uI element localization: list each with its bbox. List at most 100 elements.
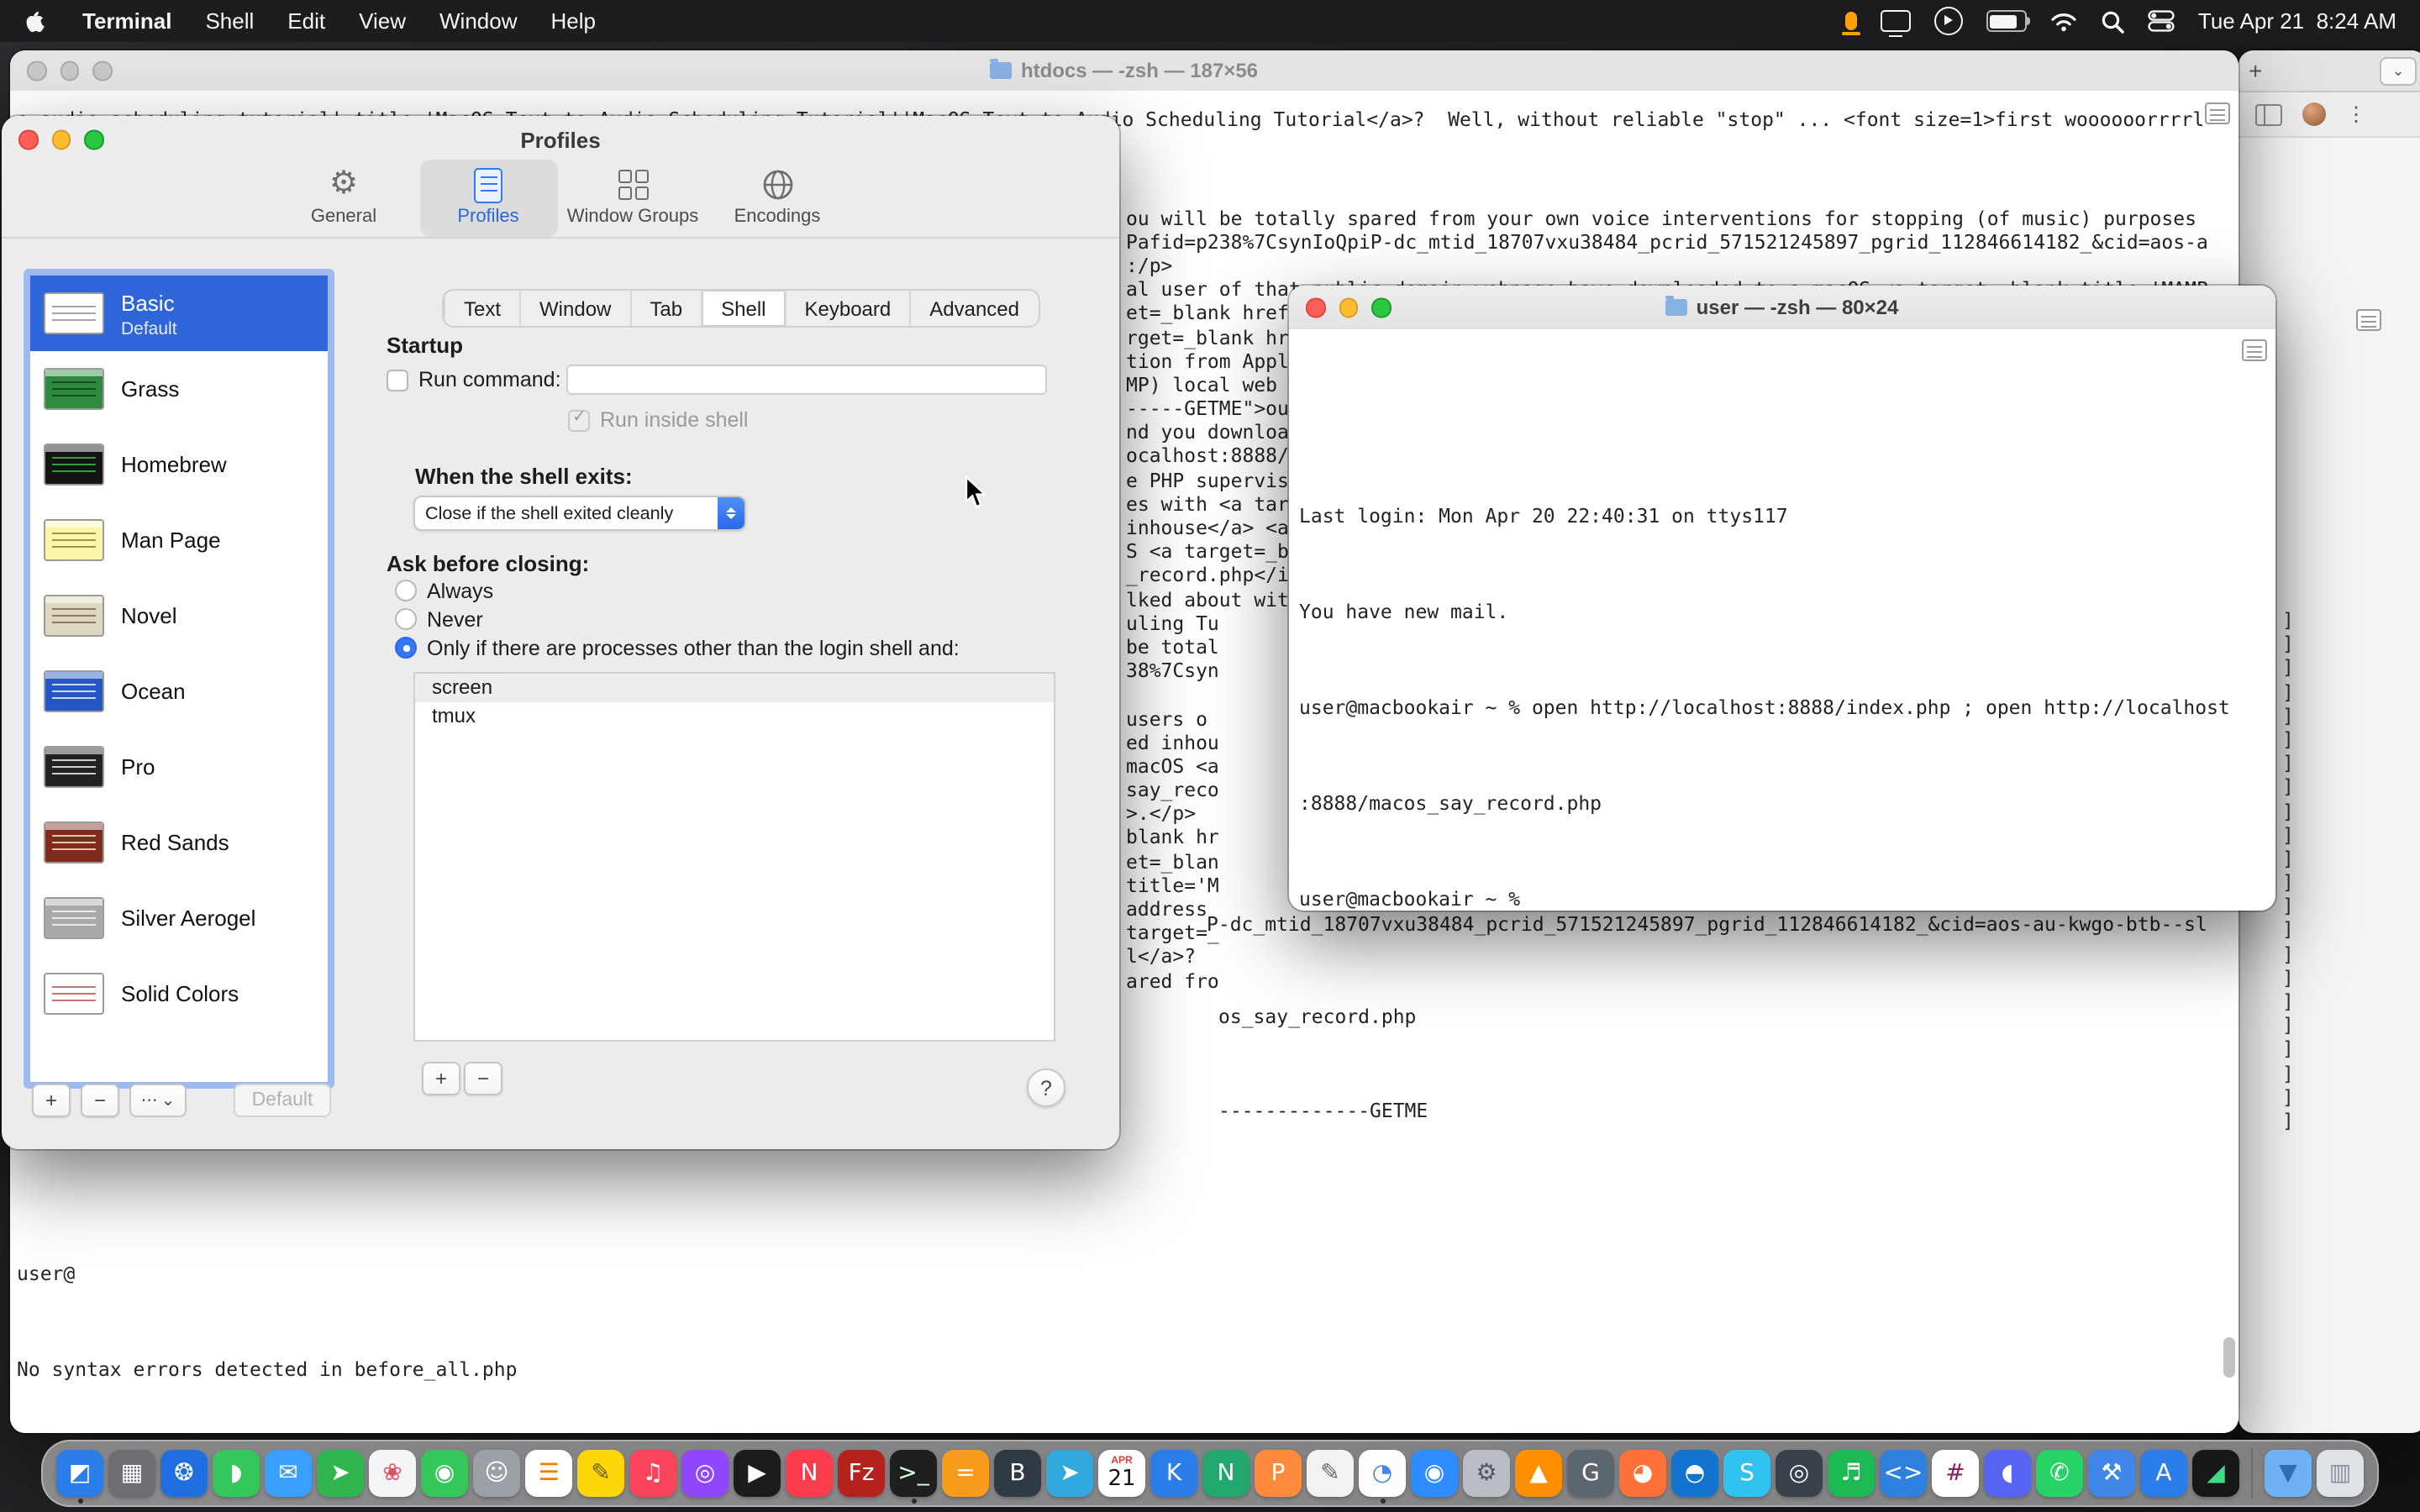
contacts[interactable]: ☺ bbox=[473, 1450, 520, 1497]
menu-clock[interactable]: Tue Apr 21 8:24 AM bbox=[2198, 8, 2396, 34]
run-inside-shell-checkbox[interactable] bbox=[568, 409, 590, 431]
help-button[interactable]: ? bbox=[1027, 1068, 1065, 1107]
mail[interactable]: ✉ bbox=[265, 1450, 312, 1497]
thunderbird[interactable]: ◓ bbox=[1671, 1450, 1718, 1497]
radio-option[interactable]: Only if there are processes other than t… bbox=[395, 633, 960, 662]
calendar[interactable]: APR 21 bbox=[1098, 1450, 1145, 1497]
mic-indicator-icon[interactable] bbox=[1845, 12, 1857, 30]
close-button[interactable] bbox=[27, 61, 46, 81]
control-center-icon[interactable] bbox=[2148, 10, 2175, 32]
tab[interactable]: Tab bbox=[629, 291, 701, 326]
terminal[interactable]: >_ bbox=[890, 1450, 937, 1497]
app-store[interactable]: A bbox=[2140, 1450, 2187, 1497]
toolbar-item[interactable]: ⚙ General bbox=[275, 160, 413, 237]
messages[interactable]: ◗ bbox=[213, 1450, 260, 1497]
profile-list-item[interactable]: Ocean bbox=[30, 654, 328, 729]
menu-item[interactable]: Shell bbox=[188, 0, 271, 42]
right-window-titlebar[interactable]: + ⌄ bbox=[2238, 50, 2420, 92]
preferences-titlebar[interactable]: Profiles bbox=[2, 116, 1119, 163]
profile-list-item[interactable]: Silver Aerogel bbox=[30, 880, 328, 956]
podcasts[interactable]: ◎ bbox=[681, 1450, 729, 1497]
finder[interactable]: ◩ bbox=[56, 1450, 103, 1497]
htdocs-titlebar[interactable]: htdocs — -zsh — 187×56 bbox=[10, 50, 2238, 92]
music[interactable]: ♫ bbox=[629, 1450, 676, 1497]
more-options-icon[interactable]: ⋮ bbox=[2346, 102, 2366, 126]
shell-exit-popup[interactable]: Close if the shell exited cleanly bbox=[413, 496, 746, 531]
calculator[interactable]: = bbox=[942, 1450, 989, 1497]
profile-list-item[interactable]: Grass bbox=[30, 351, 328, 427]
tab[interactable]: Shell bbox=[701, 291, 784, 326]
obs[interactable]: ◎ bbox=[1776, 1450, 1823, 1497]
bbedit[interactable]: B bbox=[994, 1450, 1041, 1497]
tab[interactable]: Text bbox=[444, 291, 519, 326]
filezilla[interactable]: Fz bbox=[838, 1450, 885, 1497]
remove-profile-button[interactable]: − bbox=[81, 1084, 119, 1117]
pages[interactable]: P bbox=[1255, 1450, 1302, 1497]
toolbar-item[interactable]: Encodings bbox=[708, 160, 846, 237]
add-process-button[interactable]: + bbox=[422, 1062, 460, 1095]
minimize-button[interactable] bbox=[51, 130, 71, 150]
telegram[interactable]: ➤ bbox=[1046, 1450, 1093, 1497]
profile-list-item[interactable]: Red Sands bbox=[30, 805, 328, 880]
add-profile-button[interactable]: + bbox=[32, 1084, 71, 1117]
skype[interactable]: S bbox=[1723, 1450, 1770, 1497]
facetime[interactable]: ◉ bbox=[421, 1450, 468, 1497]
run-command-input[interactable] bbox=[566, 365, 1047, 395]
scrollbar-thumb[interactable] bbox=[2223, 1337, 2235, 1378]
terminal-inspector-icon[interactable] bbox=[2356, 309, 2381, 331]
profile-list-item[interactable]: Novel bbox=[30, 578, 328, 654]
battery-icon[interactable] bbox=[1986, 10, 2027, 32]
tab[interactable]: Advanced bbox=[909, 291, 1038, 326]
tab[interactable]: Window bbox=[519, 291, 629, 326]
profile-actions-button[interactable]: ⋯ ⌄ bbox=[129, 1084, 187, 1117]
profile-avatar[interactable] bbox=[2302, 102, 2326, 126]
divider[interactable] bbox=[2251, 1448, 2253, 1499]
stocks[interactable]: ◢ bbox=[2192, 1450, 2239, 1497]
slack[interactable]: # bbox=[1932, 1450, 1979, 1497]
spotify[interactable]: ♬ bbox=[1828, 1450, 1875, 1497]
keynote[interactable]: K bbox=[1150, 1450, 1197, 1497]
tab[interactable]: Keyboard bbox=[785, 291, 910, 326]
toolbar-item[interactable]: Window Groups bbox=[564, 160, 702, 237]
vlc[interactable]: ▲ bbox=[1515, 1450, 1562, 1497]
user-terminal-titlebar[interactable]: user — -zsh — 80×24 bbox=[1289, 286, 2275, 331]
set-default-button[interactable]: Default bbox=[234, 1084, 331, 1117]
textedit[interactable]: ✎ bbox=[1307, 1450, 1354, 1497]
news[interactable]: N bbox=[786, 1450, 833, 1497]
menu-item[interactable]: Edit bbox=[271, 0, 342, 42]
minimize-button[interactable] bbox=[60, 61, 79, 81]
search-icon[interactable] bbox=[2101, 9, 2124, 33]
launchpad[interactable]: ▦ bbox=[108, 1450, 155, 1497]
now-playing-icon[interactable] bbox=[1934, 7, 1963, 35]
terminal-inspector-icon[interactable] bbox=[2205, 102, 2230, 124]
tv[interactable]: ▶ bbox=[734, 1450, 781, 1497]
safari[interactable]: ❂ bbox=[160, 1450, 208, 1497]
close-button[interactable] bbox=[18, 130, 38, 150]
toolbar-item[interactable]: Profiles bbox=[419, 160, 557, 237]
trash[interactable]: ▥ bbox=[2317, 1450, 2364, 1497]
minimize-button[interactable] bbox=[1339, 298, 1358, 318]
photos[interactable]: ❀ bbox=[369, 1450, 416, 1497]
new-tab-button[interactable]: + bbox=[2249, 57, 2262, 84]
run-command-checkbox[interactable] bbox=[387, 369, 408, 391]
wifi-icon[interactable] bbox=[2050, 11, 2077, 31]
zoom-button[interactable] bbox=[84, 130, 103, 150]
system-settings[interactable]: ⚙ bbox=[1463, 1450, 1510, 1497]
maps[interactable]: ➤ bbox=[317, 1450, 364, 1497]
notes[interactable]: ✎ bbox=[577, 1450, 624, 1497]
remove-process-button[interactable]: − bbox=[464, 1062, 502, 1095]
radio-option[interactable]: Always bbox=[395, 576, 960, 605]
profile-list-item[interactable]: Pro bbox=[30, 729, 328, 805]
display-icon[interactable] bbox=[1881, 10, 1911, 32]
overflow-chevron-button[interactable]: ⌄ bbox=[2380, 56, 2417, 85]
vscode[interactable]: <> bbox=[1880, 1450, 1927, 1497]
profile-list-item[interactable]: Man Page bbox=[30, 502, 328, 578]
profile-list-item[interactable]: Homebrew bbox=[30, 427, 328, 502]
numbers[interactable]: N bbox=[1202, 1450, 1249, 1497]
zoom-button[interactable] bbox=[1371, 298, 1391, 318]
process-list-item[interactable]: tmux bbox=[415, 701, 1054, 729]
user-terminal-content[interactable]: Last login: Mon Apr 20 22:40:31 on ttys1… bbox=[1289, 329, 2275, 911]
radio-option[interactable]: Never bbox=[395, 605, 960, 633]
apple-menu[interactable] bbox=[0, 0, 66, 42]
terminal-inspector-icon[interactable] bbox=[2242, 339, 2267, 361]
